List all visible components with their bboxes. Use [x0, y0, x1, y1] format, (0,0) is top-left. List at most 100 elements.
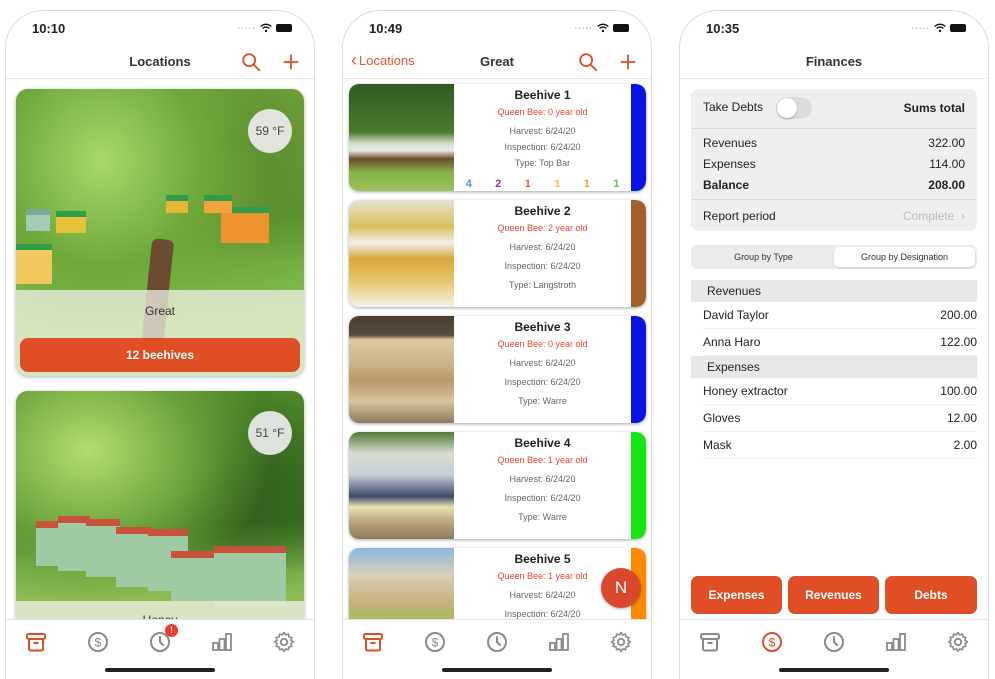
- finance-row[interactable]: Mask 2.00: [703, 432, 977, 459]
- tab-apiaries-archive-icon[interactable]: [698, 630, 722, 654]
- harvest-date: Harvest: 6/24/20: [509, 126, 576, 136]
- plus-icon[interactable]: [617, 51, 639, 73]
- beehive-name: Beehive 2: [514, 204, 571, 218]
- chevron-right-icon: ›: [957, 209, 965, 223]
- take-debts-label: Take Debts: [703, 100, 764, 115]
- section-header-revenues: Revenues: [691, 280, 977, 302]
- status-time: 10:10: [32, 21, 66, 36]
- phone-beehives-screen: 10:49 ····· ‹ Locations Great Beehive 1 …: [342, 10, 652, 679]
- tab-finances-dollar-icon[interactable]: [423, 630, 447, 654]
- tab-statistics-bar-chart-icon[interactable]: [884, 630, 908, 654]
- tab-reminders[interactable]: !: [148, 624, 178, 654]
- tab-apiaries-archive-icon[interactable]: [24, 630, 48, 654]
- tab-apiaries-archive-icon[interactable]: [361, 630, 385, 654]
- queen-age: Queen Bee: 1 year old: [497, 455, 588, 465]
- tab-statistics-bar-chart-icon[interactable]: [547, 630, 571, 654]
- wifi-icon: [934, 23, 946, 33]
- beehive-card[interactable]: Beehive 3 Queen Bee: 0 year old Harvest:…: [349, 316, 646, 423]
- finance-row-value: 100.00: [940, 384, 977, 398]
- inspection-date: Inspection: 6/24/20: [504, 377, 581, 387]
- notes-floating-button[interactable]: N: [601, 568, 641, 608]
- hive-color-tag: [631, 200, 646, 307]
- section-header-expenses: Expenses: [691, 356, 977, 378]
- plus-icon[interactable]: [280, 51, 302, 73]
- navigation-bar: Finances: [680, 47, 988, 79]
- revenues-button[interactable]: Revenues: [788, 576, 879, 614]
- location-card-honey[interactable]: 51 °F Honey: [16, 391, 304, 631]
- search-icon[interactable]: [240, 51, 262, 73]
- tab-bar: [680, 619, 988, 679]
- counter: 1: [554, 178, 561, 190]
- beehive-photo: [349, 316, 454, 423]
- wifi-icon: [597, 23, 609, 33]
- beehive-card[interactable]: Beehive 1 Queen Bee: 0 year old Harvest:…: [349, 84, 646, 191]
- beehives-count-button[interactable]: 12 beehives: [20, 338, 300, 372]
- balance-value: 208.00: [928, 178, 965, 192]
- report-period-label: Report period: [703, 209, 776, 223]
- tab-settings-gear-icon[interactable]: [946, 630, 970, 654]
- report-period-row[interactable]: Report period Complete ›: [703, 201, 965, 231]
- signal-icon: ·····: [574, 23, 593, 33]
- finance-row-value: 2.00: [953, 438, 977, 452]
- summary-value: 322.00: [928, 136, 965, 150]
- finance-row-label: Gloves: [703, 411, 741, 425]
- segment-group-by-designation[interactable]: Group by Designation: [834, 247, 975, 267]
- tab-finances-dollar-icon[interactable]: [760, 630, 784, 654]
- finance-row[interactable]: David Taylor 200.00: [703, 302, 977, 329]
- finance-row-label: Mask: [703, 438, 732, 452]
- finance-row-label: David Taylor: [703, 308, 769, 322]
- beehive-card[interactable]: Beehive 2 Queen Bee: 2 year old Harvest:…: [349, 200, 646, 307]
- hive-counters: 4 2 1 1 1 1: [454, 178, 631, 190]
- tab-reminders-clock-icon[interactable]: [822, 630, 846, 654]
- search-icon[interactable]: [577, 51, 599, 73]
- debts-button[interactable]: Debts: [885, 576, 977, 614]
- summary-label: Expenses: [703, 157, 756, 171]
- balance-label: Balance: [703, 178, 750, 192]
- hive-color-tag: [631, 84, 646, 191]
- battery-icon: [950, 24, 966, 32]
- beehive-photo: [349, 432, 454, 539]
- signal-icon: ·····: [237, 23, 256, 33]
- beehive-card[interactable]: Beehive 4 Queen Bee: 1 year old Harvest:…: [349, 432, 646, 539]
- counter: 1: [524, 178, 531, 190]
- counter: 4: [465, 178, 472, 190]
- battery-icon: [276, 24, 292, 32]
- segment-group-by-type[interactable]: Group by Type: [693, 247, 834, 267]
- navigation-bar: Locations: [6, 47, 314, 79]
- phone-finances-screen: 10:35 ····· Finances Take Debts Sums tot…: [679, 10, 989, 679]
- temperature-badge: 59 °F: [248, 109, 292, 153]
- tab-statistics-bar-chart-icon[interactable]: [210, 630, 234, 654]
- inspection-date: Inspection: 6/24/20: [504, 142, 581, 152]
- home-indicator: [442, 668, 552, 672]
- counter: 1: [583, 178, 590, 190]
- finance-row[interactable]: Gloves 12.00: [703, 405, 977, 432]
- queen-age: Queen Bee: 0 year old: [497, 339, 588, 349]
- counter: 2: [495, 178, 502, 190]
- take-debts-toggle[interactable]: [776, 97, 813, 119]
- tab-settings-gear-icon[interactable]: [609, 630, 633, 654]
- summary-panel: Take Debts Sums total Revenues 322.00 Ex…: [691, 89, 977, 231]
- signal-icon: ·····: [911, 23, 930, 33]
- location-card-great[interactable]: 59 °F Great 12 beehives: [16, 89, 304, 376]
- harvest-date: Harvest: 6/24/20: [509, 242, 576, 252]
- finance-row-value: 200.00: [940, 308, 977, 322]
- tab-finances-dollar-icon[interactable]: [86, 630, 110, 654]
- beehive-photo: [349, 200, 454, 307]
- beehive-name: Beehive 1: [514, 88, 571, 102]
- tab-bar: [343, 619, 651, 679]
- hive-color-tag: [631, 432, 646, 539]
- finance-row[interactable]: Anna Haro 122.00: [703, 329, 977, 356]
- inspection-date: Inspection: 6/24/20: [504, 609, 581, 619]
- hive-type: Type: Warre: [518, 396, 567, 406]
- battery-icon: [613, 24, 629, 32]
- page-title: Finances: [805, 54, 863, 69]
- finance-row-label: Anna Haro: [703, 335, 761, 349]
- expenses-button[interactable]: Expenses: [691, 576, 782, 614]
- tab-reminders-clock-icon[interactable]: [485, 630, 509, 654]
- harvest-date: Harvest: 6/24/20: [509, 358, 576, 368]
- status-bar: 10:49 ·····: [369, 21, 629, 41]
- tab-settings-gear-icon[interactable]: [272, 630, 296, 654]
- tab-bar: !: [6, 619, 314, 679]
- finance-row[interactable]: Honey extractor 100.00: [703, 378, 977, 405]
- summary-value: 114.00: [929, 157, 965, 171]
